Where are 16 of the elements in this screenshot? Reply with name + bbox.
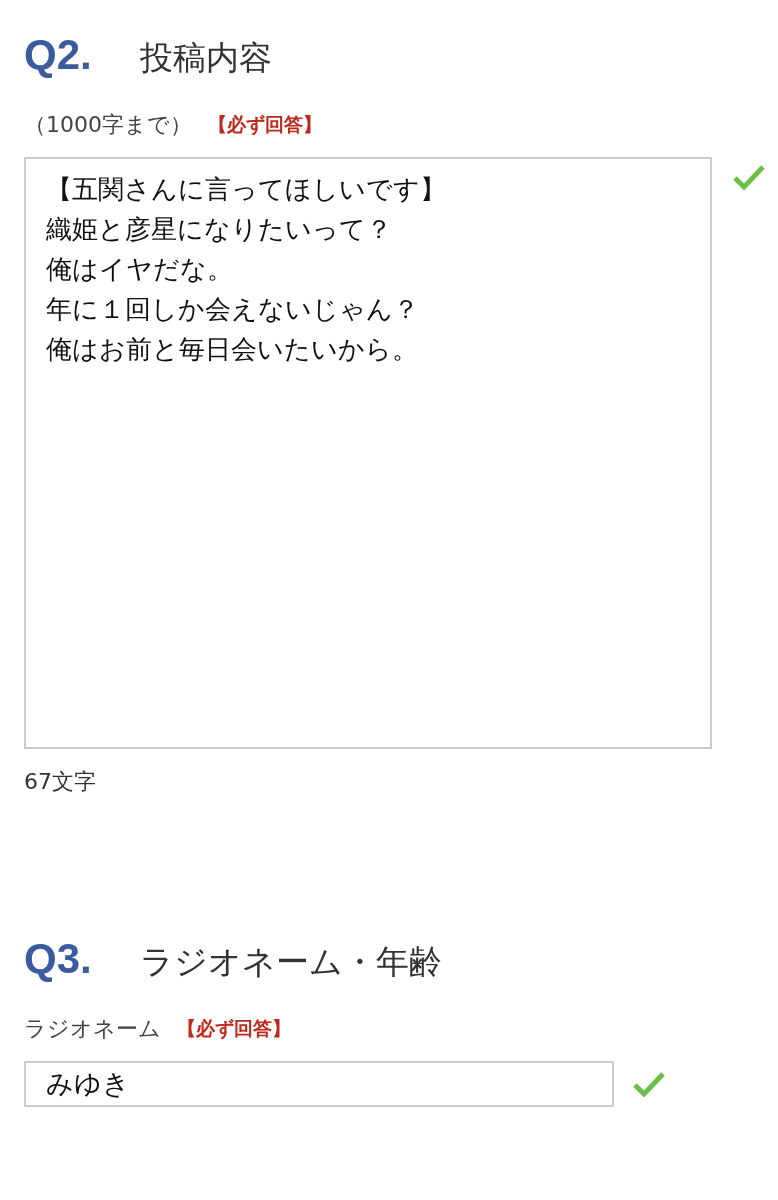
question-number: Q2. <box>24 34 93 76</box>
field-label: （1000字まで） <box>24 111 192 139</box>
text-line: 年に１回しか会えないじゃん？ <box>46 293 420 326</box>
question-title: 投稿内容 <box>140 41 272 74</box>
input-field[interactable]: みゆき <box>24 1061 614 1107</box>
required-label: 【必ず回答】 <box>208 112 322 138</box>
text-line: 俺はイヤだな。 <box>46 253 234 286</box>
text-line: 織姫と彦星になりたいって？ <box>46 213 393 246</box>
text-line: 俺はお前と毎日会いたいから。 <box>46 333 419 366</box>
character-count: 67文字 <box>24 768 97 796</box>
question-number: Q3. <box>24 938 93 980</box>
required-label: 【必ず回答】 <box>177 1016 291 1042</box>
field-label: ラジオネーム <box>24 1015 161 1043</box>
question-title: ラジオネーム・年齢 <box>140 945 442 978</box>
text-line: 【五関さんに言ってほしいです】 <box>46 173 447 206</box>
text-area[interactable]: 【五関さんに言ってほしいです】 織姫と彦星になりたいって？ 俺はイヤだな。 年に１回しか会えないじゃん？ 俺はお前と毎日会いたいから。 <box>24 157 712 749</box>
